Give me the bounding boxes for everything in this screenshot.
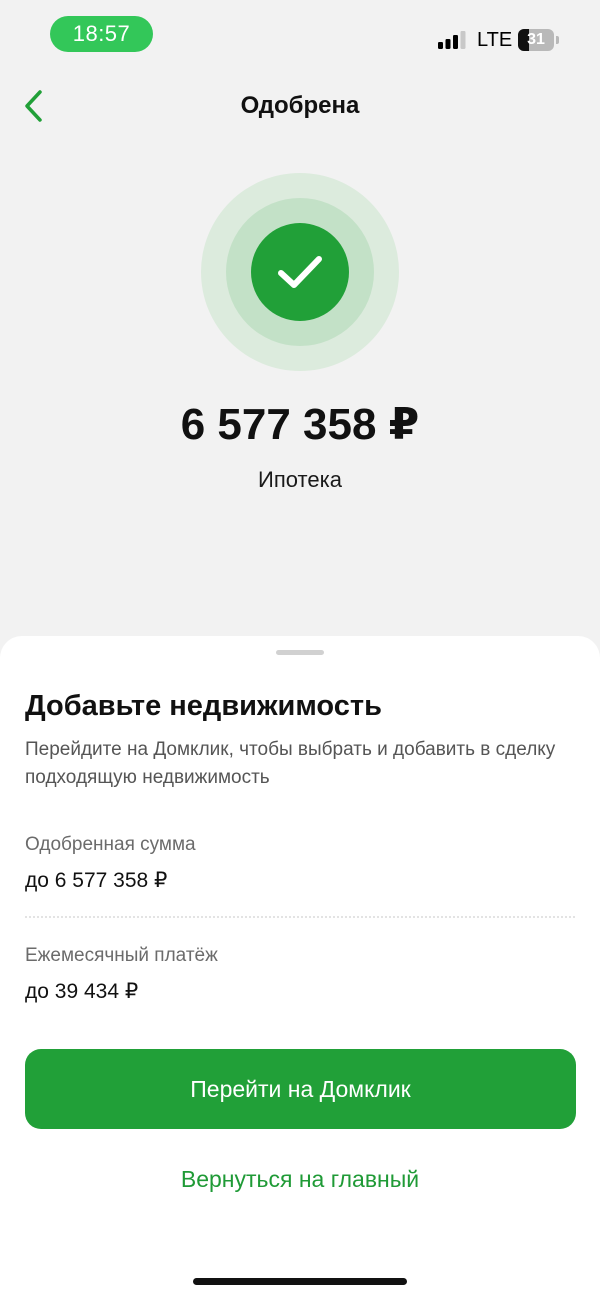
status-time: 18:57 bbox=[50, 16, 153, 52]
signal-icon bbox=[438, 31, 466, 49]
monthly-payment-label: Ежемесячный платёж bbox=[25, 945, 218, 966]
home-indicator bbox=[193, 1278, 407, 1285]
badge-inner-circle bbox=[251, 223, 349, 321]
return-home-link[interactable]: Вернуться на главный bbox=[0, 1163, 600, 1195]
monthly-payment-value: до 39 434 ₽ bbox=[25, 980, 139, 1003]
divider bbox=[25, 916, 575, 918]
approved-sum-label: Одобренная сумма bbox=[25, 834, 196, 855]
network-label: LTE bbox=[477, 29, 513, 51]
sheet-description: Перейдите на Домклик, чтобы выбрать и до… bbox=[25, 739, 556, 788]
bottom-sheet: Добавьте недвижимость Перейдите на Домкл… bbox=[0, 636, 600, 1297]
battery-level: 31 bbox=[527, 31, 545, 48]
sheet-title: Добавьте недвижимость bbox=[25, 690, 382, 722]
status-bar: 18:57 LTE 31 bbox=[0, 0, 600, 70]
checkmark-icon bbox=[278, 256, 322, 288]
approved-amount: 6 577 358 ₽ bbox=[180, 400, 420, 449]
go-to-domclick-button[interactable]: Перейти на Домклик bbox=[25, 1049, 576, 1129]
product-label: Ипотека bbox=[258, 467, 342, 492]
approved-sum-value: до 6 577 358 ₽ bbox=[25, 869, 168, 892]
success-badge bbox=[201, 173, 399, 371]
battery-icon: 31 bbox=[518, 29, 560, 51]
battery-body: 31 bbox=[518, 29, 554, 51]
battery-tip bbox=[556, 36, 559, 44]
page-title: Одобрена bbox=[240, 92, 360, 119]
sheet-handle[interactable] bbox=[276, 650, 324, 655]
